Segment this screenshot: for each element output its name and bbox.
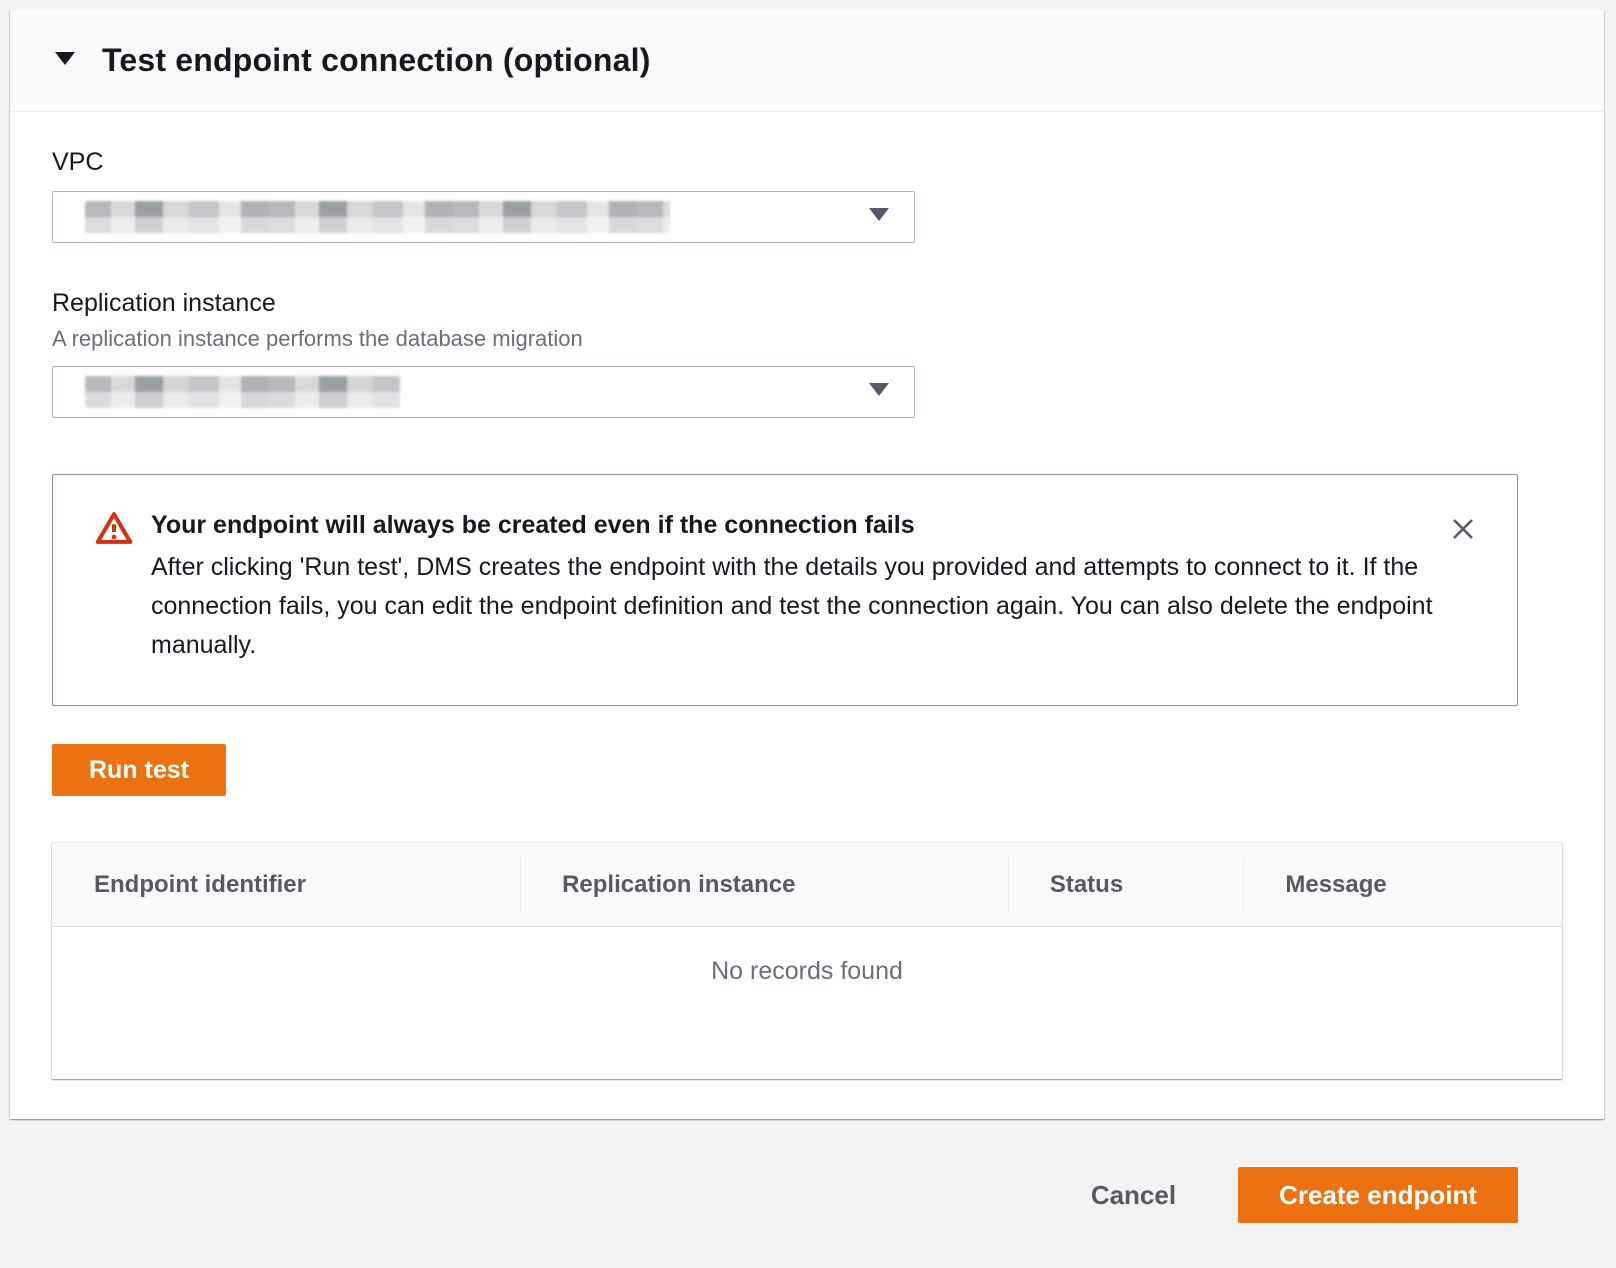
vpc-field-group: VPC <box>52 148 1562 243</box>
replication-instance-description: A replication instance performs the data… <box>52 326 1562 352</box>
endpoint-warning-alert: Your endpoint will always be created eve… <box>52 474 1518 706</box>
test-results-table: Endpoint identifier Replication instance… <box>52 842 1562 1079</box>
run-test-button[interactable]: Run test <box>52 744 226 796</box>
column-header-status: Status <box>1008 871 1244 899</box>
warning-alert-text: Your endpoint will always be created eve… <box>151 509 1443 665</box>
dismiss-warning-button[interactable] <box>1443 509 1483 549</box>
replication-instance-select[interactable] <box>52 366 915 418</box>
form-footer-actions: Cancel Create endpoint <box>0 1119 1616 1223</box>
table-header-row: Endpoint identifier Replication instance… <box>52 843 1562 927</box>
triangle-down-icon <box>54 50 76 71</box>
caret-down-icon <box>868 382 890 402</box>
table-empty-message: No records found <box>52 927 1562 1079</box>
section-title: Test endpoint connection (optional) <box>102 42 651 79</box>
section-header-test-endpoint-connection[interactable]: Test endpoint connection (optional) <box>10 10 1604 112</box>
replication-instance-selected-value-redacted <box>85 376 400 408</box>
close-icon <box>1449 531 1477 546</box>
section-content: VPC Replication instance A replication i… <box>10 112 1604 1119</box>
warning-alert-title: Your endpoint will always be created eve… <box>151 509 1443 541</box>
replication-instance-field-group: Replication instance A replication insta… <box>52 289 1562 418</box>
column-header-message: Message <box>1243 871 1562 899</box>
vpc-label: VPC <box>52 148 1562 177</box>
vpc-select[interactable] <box>52 191 915 243</box>
caret-down-icon <box>868 207 890 227</box>
warning-alert-body: After clicking 'Run test', DMS creates t… <box>151 548 1443 665</box>
column-header-endpoint-identifier: Endpoint identifier <box>52 871 520 899</box>
create-endpoint-button[interactable]: Create endpoint <box>1238 1167 1518 1223</box>
vpc-selected-value-redacted <box>85 201 670 233</box>
column-header-replication-instance: Replication instance <box>520 871 1008 899</box>
test-endpoint-connection-panel: Test endpoint connection (optional) VPC … <box>10 10 1604 1119</box>
warning-triangle-icon <box>95 511 133 550</box>
cancel-button[interactable]: Cancel <box>1091 1180 1176 1211</box>
replication-instance-label: Replication instance <box>52 289 1562 318</box>
